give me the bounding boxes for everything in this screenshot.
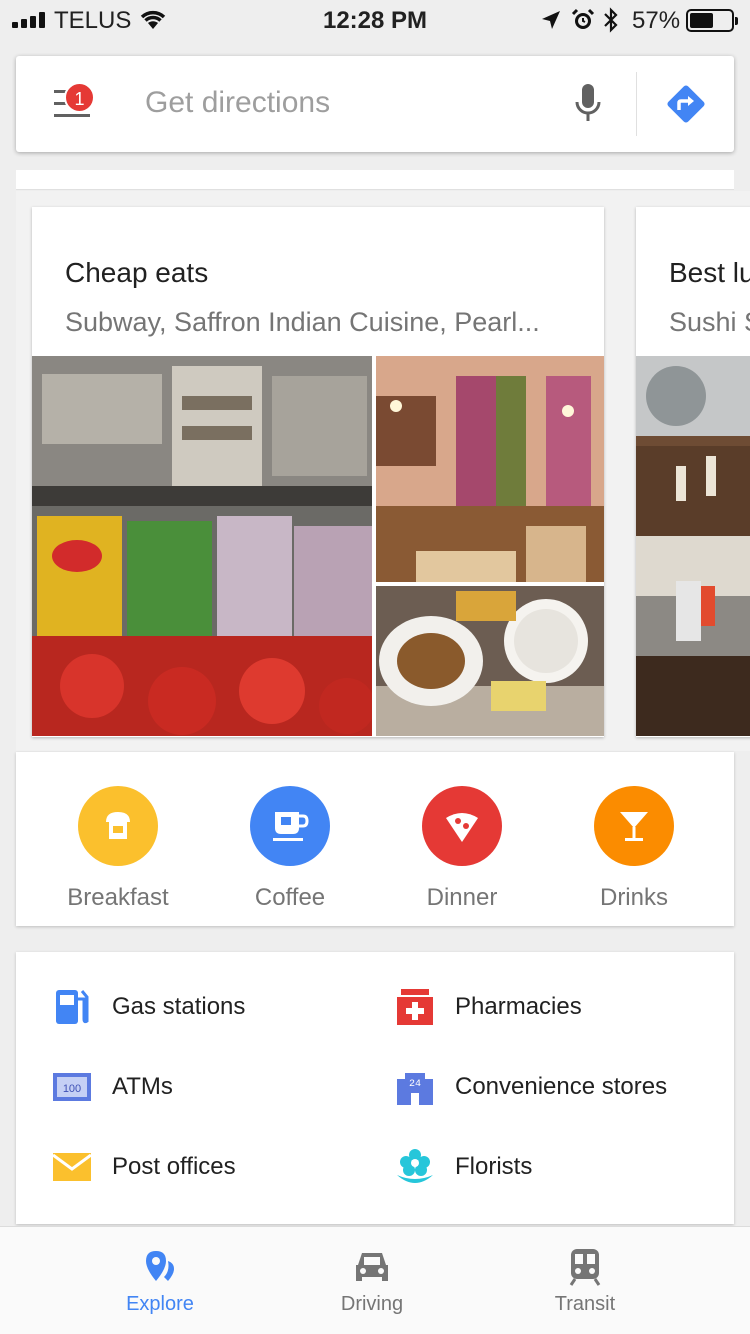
bottom-navigation: Explore Driving Transit (0, 1226, 750, 1334)
service-gas-stations[interactable]: Gas stations (52, 987, 245, 1027)
service-label: Pharmacies (455, 993, 582, 1020)
battery-percent: 57% (632, 7, 681, 34)
service-post-offices[interactable]: Post offices (52, 1147, 236, 1187)
svg-text:24: 24 (409, 1079, 421, 1090)
microphone-icon[interactable] (572, 82, 604, 131)
service-label: Convenience stores (455, 1073, 668, 1100)
search-divider (636, 72, 637, 136)
service-label: Gas stations (112, 993, 246, 1020)
explore-pin-icon (146, 1251, 174, 1281)
service-pharmacies[interactable]: Pharmacies (395, 987, 582, 1027)
notification-badge: 1 (64, 82, 95, 113)
category-label: Drinks (599, 884, 668, 911)
category-label: Breakfast (67, 884, 169, 911)
category-shortcuts: Breakfast Coffee Dinner Drinks (16, 752, 734, 926)
status-bar: TELUS 12:28 PM 57% (0, 0, 750, 42)
category-coffee[interactable]: Coffee (204, 786, 376, 912)
tab-driving[interactable]: Driving (292, 1247, 452, 1316)
tab-label: Driving (340, 1293, 404, 1315)
tab-label: Transit (554, 1293, 616, 1315)
train-icon (569, 1249, 601, 1286)
convenience-store-icon: 24 (395, 1067, 435, 1107)
collection-photo-restaurant[interactable] (376, 356, 604, 582)
bluetooth-icon (603, 7, 619, 38)
tab-transit[interactable]: Transit (505, 1247, 665, 1316)
category-breakfast[interactable]: Breakfast (32, 786, 204, 912)
content-top-edge (16, 170, 734, 190)
category-drinks[interactable]: Drinks (548, 786, 720, 912)
category-icon-circle (422, 786, 502, 866)
collection-photo-sushi[interactable] (636, 356, 750, 736)
location-arrow-icon (540, 9, 562, 36)
tab-label: Explore (126, 1293, 194, 1315)
collections-carousel[interactable]: Cheap eats Subway, Saffron Indian Cuisin… (16, 191, 750, 751)
collection-card-cheap-eats[interactable]: Cheap eats Subway, Saffron Indian Cuisin… (32, 207, 604, 737)
service-florists[interactable]: Florists (395, 1147, 532, 1187)
service-label: ATMs (112, 1073, 173, 1100)
category-icon-circle (78, 786, 158, 866)
category-label: Dinner (426, 884, 498, 911)
envelope-icon (52, 1147, 92, 1187)
service-convenience-stores[interactable]: 24 Convenience stores (395, 1067, 667, 1107)
nearby-services: Gas stations Pharmacies 100 ATMs 24 Conv… (16, 952, 734, 1224)
pizza-slice-icon (446, 813, 478, 842)
service-label: Florists (455, 1153, 533, 1180)
gas-pump-icon (52, 987, 92, 1027)
alarm-icon (571, 8, 595, 37)
category-label: Coffee (254, 884, 326, 911)
pharmacy-icon (395, 987, 435, 1027)
toast-icon (106, 812, 130, 839)
directions-icon[interactable] (664, 82, 708, 131)
category-dinner[interactable]: Dinner (376, 786, 548, 912)
category-icon-circle (250, 786, 330, 866)
collection-photo-main[interactable] (32, 356, 372, 736)
collection-subtitle: Sushi S (669, 307, 750, 337)
collection-subtitle: Subway, Saffron Indian Cuisine, Pearl... (65, 307, 540, 337)
svg-text:100: 100 (63, 1083, 81, 1095)
car-icon (356, 1253, 388, 1281)
collection-card-best-lunch[interactable]: Best lu Sushi S (636, 207, 750, 737)
cocktail-glass-icon (620, 812, 648, 841)
service-atms[interactable]: 100 ATMs (52, 1067, 173, 1107)
flower-icon (395, 1147, 435, 1187)
tab-explore[interactable]: Explore (80, 1247, 240, 1316)
search-bar[interactable]: 1 Get directions (16, 56, 734, 152)
atm-bill-icon: 100 (52, 1067, 92, 1107)
collection-photo-dish[interactable] (376, 586, 604, 736)
service-label: Post offices (112, 1153, 236, 1180)
category-icon-circle (594, 786, 674, 866)
collection-title: Cheap eats (65, 257, 209, 288)
search-input[interactable]: Get directions (145, 86, 330, 120)
battery-icon (686, 9, 738, 32)
collection-title: Best lu (669, 257, 750, 288)
coffee-cup-icon (273, 812, 309, 841)
